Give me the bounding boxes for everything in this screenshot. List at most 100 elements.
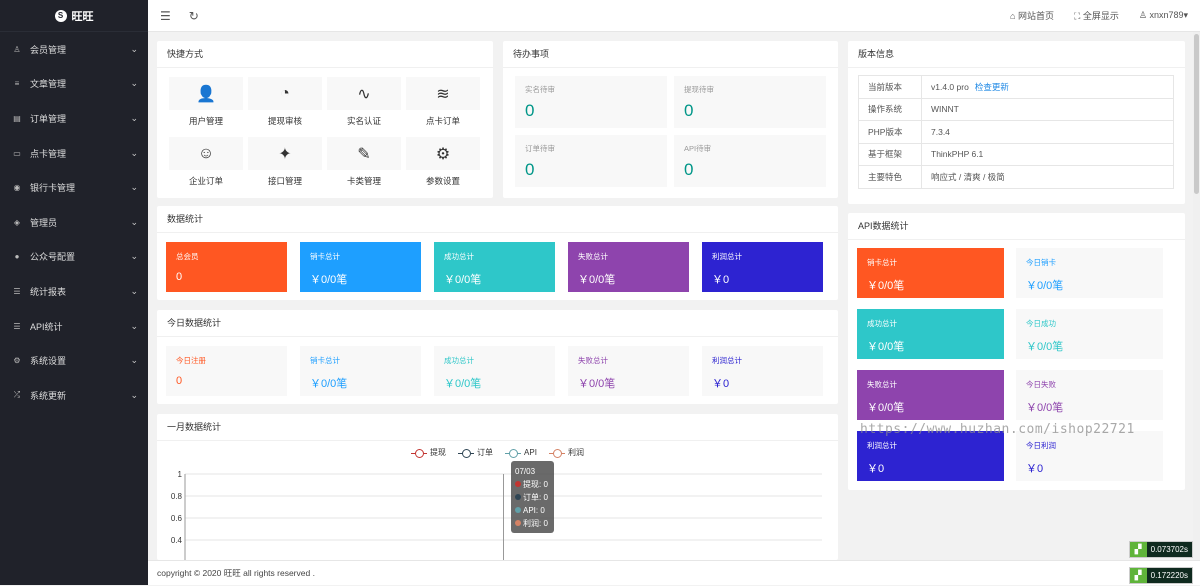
today-label: 今日注册 — [176, 356, 206, 365]
api-title: API数据统计 — [848, 213, 1185, 240]
quick-item-label: 提现审核 — [267, 116, 302, 126]
gear-icon: ⚙ — [406, 137, 480, 170]
sidebar-item-0[interactable]: ♙ 会员管理 ⌄ — [0, 32, 148, 67]
legend-marker — [548, 449, 565, 458]
today-item[interactable]: 利润总计 ￥0 — [702, 346, 823, 396]
sidebar-item-10[interactable]: ⤮ 系统更新 ⌄ — [0, 378, 148, 413]
stats-title: 数据统计 — [157, 206, 838, 233]
api-value: ￥0/0笔 — [867, 280, 905, 292]
api-item[interactable]: 利润总计 ￥0 — [857, 431, 1004, 481]
stats-label: 销卡总计 — [310, 252, 340, 261]
quick-item[interactable]: ✦ 接口管理 — [248, 137, 322, 191]
today-label: 销卡总计 — [310, 356, 340, 365]
todo-value: 0 — [684, 160, 694, 179]
quick-item[interactable]: ∿ 实名认证 — [327, 77, 401, 131]
version-value-cell: 7.3.4 — [921, 120, 1174, 144]
api-label: 成功总计 — [867, 319, 897, 328]
sidebar-item-label: 点卡管理 — [30, 148, 67, 159]
quick-item[interactable]: ◔ 提现审核 — [248, 77, 322, 131]
chevron-down-icon: ⌄ — [130, 251, 138, 262]
stats-value: ￥0/0笔 — [444, 274, 482, 286]
watermark-text: https://www.huzhan.com/ishop22721 — [860, 422, 1135, 437]
api-item[interactable]: 销卡总计 ￥0/0笔 — [857, 248, 1004, 298]
api-item[interactable]: 今日成功 ￥0/0笔 — [1016, 309, 1163, 359]
sidebar-item-1[interactable]: ≡ 文章管理 ⌄ — [0, 67, 148, 102]
stats-value: ￥0/0笔 — [310, 274, 348, 286]
stats-item[interactable]: 成功总计 ￥0/0笔 — [434, 242, 555, 292]
sidebar-item-3[interactable]: ▭ 点卡管理 ⌄ — [0, 136, 148, 171]
home-icon: ⌂ — [1010, 11, 1016, 21]
smile-icon: ☺ — [169, 137, 243, 170]
chevron-down-icon: ⌄ — [130, 78, 138, 89]
home-link[interactable]: ⌂ 网站首页 — [1010, 9, 1054, 22]
tooltip-dot — [515, 494, 521, 500]
stats-item[interactable]: 利润总计 ￥0 — [702, 242, 823, 292]
home-label: 网站首页 — [1017, 11, 1054, 21]
refresh-icon[interactable]: ↻ — [189, 9, 199, 23]
todo-value: 0 — [525, 160, 535, 179]
today-item[interactable]: 销卡总计 ￥0/0笔 — [300, 346, 421, 396]
api-value: ￥0/0笔 — [867, 341, 905, 353]
today-item[interactable]: 失败总计 ￥0/0笔 — [568, 346, 689, 396]
version-key: 主要特色 — [858, 165, 922, 189]
api-item[interactable]: 成功总计 ￥0/0笔 — [857, 309, 1004, 359]
quick-item[interactable]: ☺ 企业订单 — [169, 137, 243, 191]
todo-item[interactable]: 实名待审 0 — [515, 76, 667, 128]
scrollbar-thumb[interactable] — [1194, 34, 1199, 194]
api-label: 失败总计 — [867, 380, 897, 389]
sidebar-item-label: 系统更新 — [30, 390, 67, 401]
scrollbar[interactable] — [1193, 32, 1200, 560]
timer-badge-1[interactable]: ▞ 0.073702s — [1128, 541, 1193, 558]
api-item[interactable]: 今日失败 ￥0/0笔 — [1016, 370, 1163, 420]
stats-item[interactable]: 销卡总计 ￥0/0笔 — [300, 242, 421, 292]
today-item[interactable]: 成功总计 ￥0/0笔 — [434, 346, 555, 396]
sidebar-item-9[interactable]: ⚙ 系统设置 ⌄ — [0, 343, 148, 378]
sidebar-item-2[interactable]: ▤ 订单管理 ⌄ — [0, 101, 148, 136]
todo-label: 实名待审 — [525, 85, 555, 94]
sidebar-item-8[interactable]: ☰ API统计 ⌄ — [0, 309, 148, 344]
version-row: 基于框架 ThinkPHP 6.1 — [858, 142, 1174, 166]
today-item[interactable]: 今日注册 0 — [166, 346, 287, 396]
legend-item[interactable]: 提现 — [411, 447, 446, 458]
stats-label: 失败总计 — [578, 252, 608, 261]
brand-logo[interactable]: S 旺旺 — [0, 0, 148, 32]
order-icon: ▤ — [13, 113, 21, 123]
legend-item[interactable]: API — [505, 447, 537, 458]
user-icon: ♙ — [13, 44, 21, 54]
tooltip-series-name: 提现 — [523, 480, 539, 489]
check-update-link[interactable]: 检查更新 — [975, 82, 1009, 92]
sidebar-item-4[interactable]: ◉ 银行卡管理 ⌄ — [0, 170, 148, 205]
sidebar-item-5[interactable]: ◈ 管理员 ⌄ — [0, 205, 148, 240]
todo-item[interactable]: API待审 0 — [674, 135, 826, 187]
api-item[interactable]: 失败总计 ￥0/0笔 — [857, 370, 1004, 420]
today-title: 今日数据统计 — [157, 310, 838, 337]
quick-item[interactable]: ≋ 点卡订单 — [406, 77, 480, 131]
version-value: 响应式 / 清爽 / 极简 — [931, 171, 1005, 182]
footer: copyright © 2020 旺旺 all rights reserved … — [148, 560, 1200, 585]
api-item[interactable]: 今日利润 ￥0 — [1016, 431, 1163, 481]
version-key: 当前版本 — [858, 75, 922, 99]
legend-item[interactable]: 利润 — [548, 447, 584, 458]
version-row: 当前版本 v1.4.0 pro 检查更新 — [858, 75, 1174, 99]
timer-value-1: 0.073702s — [1150, 545, 1188, 554]
user-menu[interactable]: ♙ xnxn789▾ — [1139, 10, 1188, 21]
api-item[interactable]: 今日销卡 ￥0/0笔 — [1016, 248, 1163, 298]
legend-item[interactable]: 订单 — [458, 447, 493, 458]
fullscreen-button[interactable]: ⛶ 全屏显示 — [1074, 9, 1119, 22]
timer-badge-2[interactable]: ▞ 0.172220s — [1128, 567, 1193, 584]
quick-item[interactable]: ✎ 卡类管理 — [327, 137, 401, 191]
api-value: ￥0 — [867, 463, 885, 475]
sidebar-item-label: 文章管理 — [30, 79, 67, 90]
version-value: WINNT — [931, 104, 959, 115]
todo-item[interactable]: 订单待审 0 — [515, 135, 667, 187]
quick-item[interactable]: 👤 用户管理 — [169, 77, 243, 131]
article-icon: ≡ — [14, 79, 20, 89]
todo-label: API待审 — [684, 144, 712, 153]
stats-item[interactable]: 总会员 0 — [166, 242, 287, 292]
todo-item[interactable]: 提现待审 0 — [674, 76, 826, 128]
sidebar-item-7[interactable]: ☰ 统计报表 ⌄ — [0, 274, 148, 309]
stats-item[interactable]: 失败总计 ￥0/0笔 — [568, 242, 689, 292]
sidebar-item-6[interactable]: ● 公众号配置 ⌄ — [0, 240, 148, 275]
quick-item[interactable]: ⚙ 参数设置 — [406, 137, 480, 191]
menu-toggle-icon[interactable]: ☰ — [160, 9, 171, 23]
